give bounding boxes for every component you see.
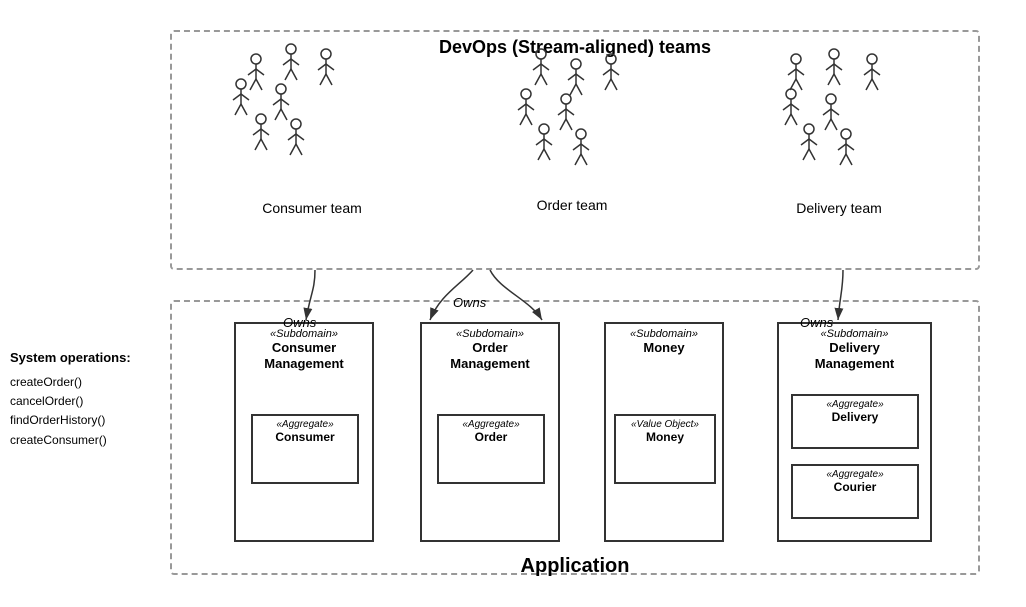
- money-subdomain: «Subdomain» Money «Value Object» Money: [604, 322, 724, 542]
- stick-figure: [820, 47, 848, 87]
- delivery-management-subdomain: «Subdomain» DeliveryManagement «Aggregat…: [777, 322, 932, 542]
- consumer-agg-stereotype: «Aggregate»: [253, 419, 357, 430]
- courier-agg-name: Courier: [793, 480, 917, 494]
- system-op-4: createConsumer(): [10, 431, 160, 450]
- stick-figure: [247, 112, 275, 152]
- delivery-agg-name: Delivery: [793, 410, 917, 424]
- system-operations: System operations: createOrder() cancelO…: [10, 350, 160, 450]
- owns-label-consumer: Owns: [283, 315, 316, 330]
- owns-label-delivery: Owns: [800, 315, 833, 330]
- delivery-agg-stereotype: «Aggregate»: [793, 399, 917, 410]
- application-title: Application: [521, 555, 630, 578]
- consumer-team-label: Consumer team: [247, 200, 377, 216]
- system-op-2: cancelOrder(): [10, 392, 160, 411]
- diagram-container: DevOps (Stream-aligned) teams: [0, 0, 1026, 607]
- stick-figure: [597, 52, 625, 92]
- order-team-label: Order team: [517, 197, 627, 213]
- courier-aggregate-box: «Aggregate» Courier: [791, 464, 919, 519]
- order-mgmt-name: OrderManagement: [422, 340, 558, 371]
- system-op-3: findOrderHistory(): [10, 411, 160, 430]
- stick-figure: [227, 77, 255, 117]
- devops-box: DevOps (Stream-aligned) teams: [170, 30, 980, 270]
- courier-agg-stereotype: «Aggregate»: [793, 469, 917, 480]
- application-box: Application «Subdomain» ConsumerManageme…: [170, 300, 980, 575]
- money-vo-name: Money: [616, 430, 714, 444]
- delivery-team-label: Delivery team: [779, 200, 899, 216]
- devops-title: DevOps (Stream-aligned) teams: [439, 37, 711, 58]
- consumer-management-subdomain: «Subdomain» ConsumerManagement «Aggregat…: [234, 322, 374, 542]
- order-agg-stereotype: «Aggregate»: [439, 419, 543, 430]
- order-agg-name: Order: [439, 430, 543, 444]
- order-management-subdomain: «Subdomain» OrderManagement «Aggregate» …: [420, 322, 560, 542]
- consumer-aggregate-box: «Aggregate» Consumer: [251, 414, 359, 484]
- owns-label-order: Owns: [453, 295, 486, 310]
- stick-figure: [567, 127, 595, 167]
- system-op-1: createOrder(): [10, 373, 160, 392]
- stick-figure: [832, 127, 860, 167]
- stick-figure: [562, 57, 590, 97]
- money-stereotype: «Subdomain»: [606, 328, 722, 340]
- stick-figure: [277, 42, 305, 82]
- stick-figure: [530, 122, 558, 162]
- stick-figure: [512, 87, 540, 127]
- stick-figure: [312, 47, 340, 87]
- consumer-mgmt-name: ConsumerManagement: [236, 340, 372, 371]
- stick-figure: [777, 87, 805, 127]
- stick-figure: [527, 47, 555, 87]
- delivery-mgmt-name: DeliveryManagement: [779, 340, 930, 371]
- delivery-aggregate-box: «Aggregate» Delivery: [791, 394, 919, 449]
- system-ops-title: System operations:: [10, 350, 160, 365]
- stick-figure: [782, 52, 810, 92]
- stick-figure: [795, 122, 823, 162]
- consumer-agg-name: Consumer: [253, 430, 357, 444]
- order-mgmt-stereotype: «Subdomain»: [422, 328, 558, 340]
- order-aggregate-box: «Aggregate» Order: [437, 414, 545, 484]
- stick-figure: [282, 117, 310, 157]
- money-name: Money: [606, 340, 722, 356]
- money-valueobj-box: «Value Object» Money: [614, 414, 716, 484]
- stick-figure: [858, 52, 886, 92]
- money-vo-stereotype: «Value Object»: [616, 419, 714, 430]
